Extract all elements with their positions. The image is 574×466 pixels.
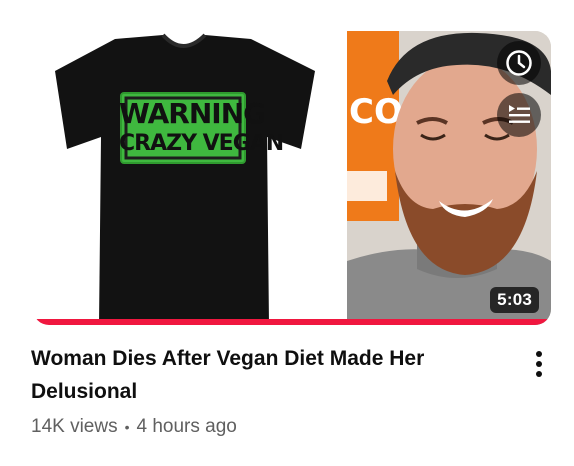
upload-age: 4 hours ago (136, 416, 237, 437)
more-actions-button[interactable] (522, 344, 556, 384)
video-metadata: 14K views • 4 hours ago (31, 416, 511, 438)
video-thumbnail[interactable]: WARNING CRAZY VEGAN CO 5:03 (33, 31, 551, 325)
shirt-print-line2: CRAZY VEGAN (119, 131, 284, 156)
more-vert-icon-dot (536, 351, 542, 357)
thumbnail-tshirt-image: WARNING CRAZY VEGAN (33, 31, 347, 325)
sign-text: CO (349, 92, 403, 132)
watch-later-button[interactable] (497, 41, 541, 85)
video-title[interactable]: Woman Dies After Vegan Diet Made Her Del… (31, 342, 511, 408)
more-vert-icon-dot (536, 361, 542, 367)
view-count: 14K views (31, 416, 118, 437)
duration-badge: 5:03 (490, 287, 539, 313)
watch-progress-fill (33, 319, 551, 325)
queue-icon (509, 105, 530, 123)
video-details: Woman Dies After Vegan Diet Made Her Del… (31, 342, 511, 438)
more-vert-icon-dot (536, 371, 542, 377)
video-card[interactable]: WARNING CRAZY VEGAN CO 5:03 Woman Dies A… (0, 0, 574, 466)
watch-progress-bar (33, 319, 551, 325)
tshirt-graphic (55, 33, 315, 325)
meta-separator: • (124, 419, 130, 435)
clock-icon (506, 50, 532, 76)
shirt-print-line1: WARNING (119, 97, 266, 130)
add-to-queue-button[interactable] (497, 93, 541, 137)
